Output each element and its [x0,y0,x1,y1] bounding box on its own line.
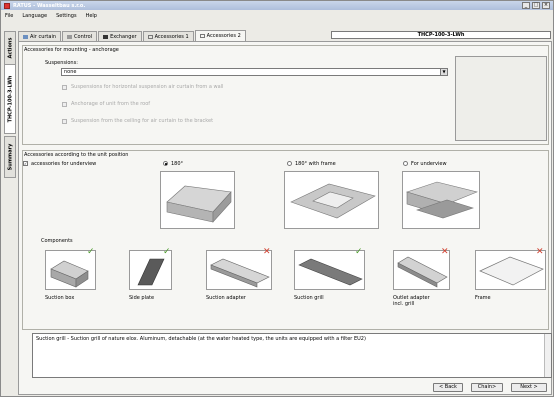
component-frame-label: Frame [475,295,491,301]
check-icon: ✓ [87,247,95,257]
tab-accessories-1[interactable]: Accessories 1 [142,31,194,41]
app-icon [4,2,10,9]
side-tab-summary[interactable]: Summary [4,136,16,178]
description-box[interactable]: Suction grill - Suction grill of nature … [32,333,552,378]
air-curtain-icon [23,34,28,39]
description-text: Suction grill - Suction grill of nature … [36,336,366,342]
chain-button[interactable]: Chain> [471,383,503,392]
ceiling-suspension-checkbox[interactable] [62,119,67,124]
cross-icon: ✕ [263,247,271,257]
window-title: RATUS - Wasseltbau s.r.o. [13,2,86,9]
side-tab-actions[interactable]: Actions [4,31,16,65]
position-180-frame-image[interactable] [284,171,379,229]
position-180-frame-radio[interactable] [287,161,292,166]
app-window: RATUS - Wasseltbau s.r.o. _ □ × File Lan… [0,0,554,397]
menu-file[interactable]: File [5,13,13,19]
model-field: THCP-100-3-LWh [331,31,551,39]
wall-suspension-checkbox[interactable] [62,85,67,90]
exchanger-icon [103,34,109,39]
component-suction-grill-label: Suction grill [294,295,324,301]
mounting-group-title: Accessories for mounting - anchorage [24,47,119,53]
accessories-icon [147,34,153,39]
component-side-plate-label: Side plate [129,295,155,301]
cross-icon: ✕ [536,247,544,257]
menu-bar: File Language Settings Help [1,11,553,20]
minimize-button[interactable]: _ [522,2,530,9]
position-underview-label: For underview [411,161,447,167]
position-180-radio[interactable] [163,161,168,166]
menu-settings[interactable]: Settings [56,13,77,19]
mounting-preview [455,56,547,141]
title-bar: RATUS - Wasseltbau s.r.o. _ □ × [1,1,553,10]
suspensions-select[interactable]: none ▼ [61,68,448,76]
ceiling-suspension-label: Suspension from the ceiling for air curt… [71,118,214,124]
components-title: Components [41,238,73,244]
tab-control[interactable]: Control [62,31,98,41]
menu-language[interactable]: Language [22,13,47,19]
check-icon: ✓ [163,247,171,257]
accessories-icon [199,34,205,38]
close-button[interactable]: × [542,2,550,9]
control-icon [67,34,73,39]
position-180-image[interactable] [160,171,235,229]
position-180-label: 180° [171,161,184,167]
component-suction-adapter-label: Suction adapter [206,295,246,301]
cross-icon: ✕ [441,247,449,257]
underview-checkbox[interactable]: ✓ [23,161,28,166]
position-underview-image[interactable] [402,171,480,229]
next-button[interactable]: Next > [511,383,547,392]
position-underview-radio[interactable] [403,161,408,166]
roof-anchorage-checkbox[interactable] [62,102,67,107]
window-controls: _ □ × [522,2,550,9]
check-icon: ✓ [355,247,363,257]
back-button[interactable]: < Back [433,383,463,392]
side-tab-model[interactable]: THCP-100-3-LWh [4,64,16,134]
chevron-down-icon: ▼ [440,69,447,75]
menu-help[interactable]: Help [86,13,97,19]
component-suction-box-label: Suction box [45,295,75,301]
tab-air-curtain[interactable]: Air curtain [18,31,62,41]
suspensions-label: Suspensions: [45,60,78,66]
unit-position-group-title: Accessories according to the unit positi… [24,152,129,158]
roof-anchorage-label: Anchorage of unit from the roof [71,101,151,107]
wall-suspension-label: Suspensions for horizontal suspension ai… [71,84,224,90]
description-scrollbar[interactable] [544,334,551,377]
position-180-frame-label: 180° with frame [295,161,336,167]
tab-accessories-2[interactable]: Accessories 2 [194,30,246,41]
tab-exchanger[interactable]: Exchanger [98,31,142,41]
component-outlet-adapter-label: Outlet adapter incl. grill [393,295,430,307]
maximize-button[interactable]: □ [532,2,540,9]
side-tabs: Actions THCP-100-3-LWh Summary [4,31,16,391]
tab-bar: Air curtain Control Exchanger Accessorie… [18,30,246,41]
underview-checkbox-label: accessories for underview [31,161,97,167]
